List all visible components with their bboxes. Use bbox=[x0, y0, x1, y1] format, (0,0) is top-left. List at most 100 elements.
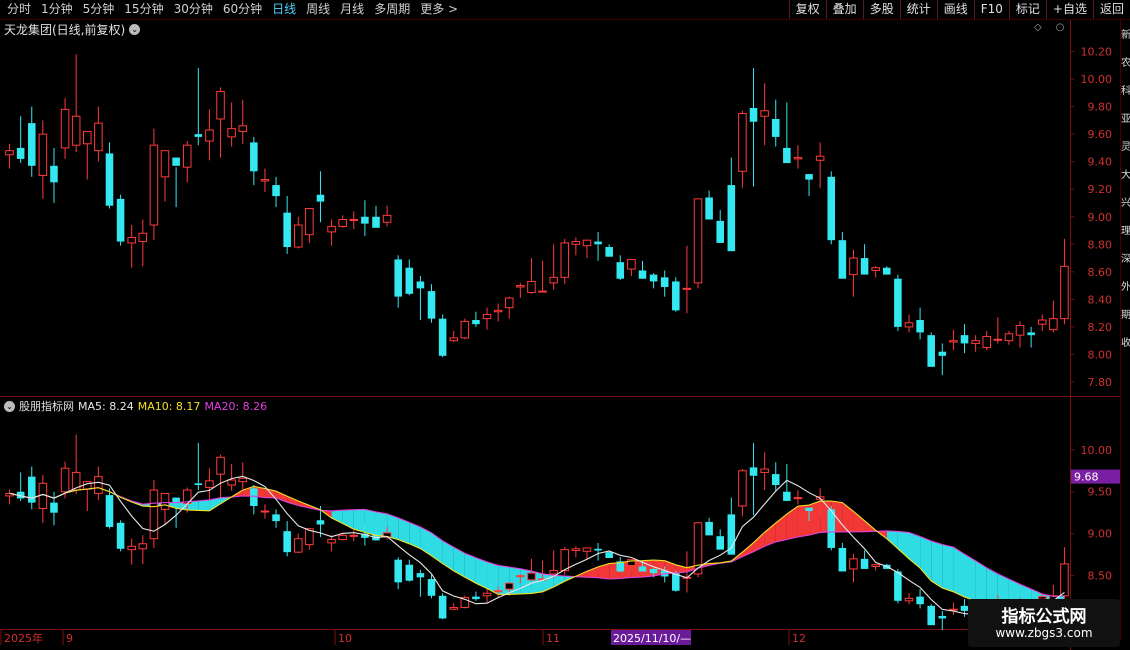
indicator-tick-label: 9.00 bbox=[1088, 528, 1113, 541]
candle-body bbox=[16, 147, 25, 159]
ma-band-fill bbox=[809, 501, 821, 536]
side-label: 期 bbox=[1121, 310, 1130, 321]
candle-body bbox=[827, 176, 836, 241]
candle-body bbox=[472, 320, 480, 325]
indicator-tick-label: 8.50 bbox=[1088, 570, 1113, 583]
candle-body bbox=[938, 615, 947, 619]
candle-body bbox=[605, 247, 613, 257]
candle-body bbox=[472, 596, 480, 600]
candle-body bbox=[460, 320, 470, 339]
candle-body bbox=[83, 481, 92, 490]
price-chart[interactable]: 10.20 10.00 9.80 9.60 9.40 9.20 9.00 8.80 8.60 8.… bbox=[0, 0, 1130, 650]
candle-body bbox=[638, 270, 647, 279]
candle-body bbox=[38, 133, 48, 176]
indicator-tick-label: 10.00 bbox=[1081, 444, 1113, 457]
candle-body bbox=[660, 277, 669, 287]
side-label: 大 bbox=[1121, 170, 1130, 181]
candle-body bbox=[716, 536, 724, 550]
ma-band-fill bbox=[931, 541, 943, 588]
candle-body bbox=[160, 150, 170, 178]
candle-body bbox=[216, 90, 225, 120]
candle-body bbox=[894, 571, 902, 601]
candle-body bbox=[516, 575, 525, 578]
candle-body bbox=[594, 241, 602, 245]
ma-band-fill bbox=[353, 509, 365, 533]
side-label: 收 bbox=[1121, 338, 1130, 349]
candle-body bbox=[194, 134, 203, 137]
ma-band-fill bbox=[897, 531, 909, 559]
candle-body bbox=[871, 564, 880, 567]
candle-body bbox=[405, 564, 414, 581]
candle-body bbox=[27, 123, 36, 166]
candle-body bbox=[349, 219, 359, 222]
ma-band-fill bbox=[498, 565, 510, 595]
date-label: 9 bbox=[66, 632, 73, 645]
candle-body bbox=[705, 197, 713, 220]
candle-body bbox=[260, 179, 270, 182]
candle-body bbox=[793, 497, 803, 500]
candle-body bbox=[60, 108, 70, 149]
candle-body bbox=[272, 514, 280, 522]
date-label: 2025年 bbox=[4, 631, 43, 645]
candle-body bbox=[1060, 265, 1069, 320]
candle-body bbox=[405, 267, 414, 294]
candle-body bbox=[705, 521, 713, 536]
candle-body bbox=[293, 538, 303, 553]
candle-body bbox=[949, 340, 958, 343]
candle-body bbox=[50, 165, 58, 183]
candle-body bbox=[1060, 563, 1069, 597]
candle-body bbox=[716, 220, 724, 243]
candle-body bbox=[849, 558, 858, 570]
candle-body bbox=[205, 129, 214, 142]
side-label: 深 bbox=[1121, 254, 1130, 265]
ma-band-fill bbox=[442, 540, 454, 571]
candle-body bbox=[1004, 333, 1014, 342]
candle-body bbox=[60, 467, 70, 493]
candle-body bbox=[250, 142, 258, 172]
candle-body bbox=[283, 212, 291, 248]
candle-body bbox=[449, 337, 458, 342]
candle-body bbox=[783, 147, 791, 164]
candle-body bbox=[272, 185, 280, 197]
candle-body bbox=[149, 144, 159, 226]
candle-body bbox=[838, 547, 847, 572]
candle-body bbox=[904, 322, 914, 328]
candle-body bbox=[338, 534, 347, 541]
candle-body bbox=[427, 291, 436, 319]
date-label: 12 bbox=[792, 632, 806, 645]
candle-body bbox=[627, 258, 636, 270]
ma20-value: MA20: 8.26 bbox=[204, 399, 268, 413]
date-label: 11 bbox=[546, 632, 560, 645]
candle-body bbox=[616, 262, 625, 279]
candle-body bbox=[71, 115, 81, 146]
candle-body bbox=[571, 241, 581, 245]
candle-body bbox=[793, 157, 803, 160]
candle-body bbox=[916, 320, 924, 333]
candle-body bbox=[361, 216, 369, 224]
candle-body bbox=[538, 290, 547, 293]
candle-body bbox=[382, 214, 392, 223]
candle-body bbox=[883, 267, 891, 275]
candle-body bbox=[416, 573, 425, 578]
candle-body bbox=[138, 232, 148, 243]
candle-body bbox=[105, 153, 114, 206]
candle-body bbox=[916, 596, 924, 605]
candle-body bbox=[894, 278, 902, 327]
candle-body bbox=[493, 309, 503, 313]
watermark-logo: 指标公式网 www.zbgs3.com bbox=[968, 599, 1120, 647]
candle-body bbox=[738, 470, 747, 507]
candle-body bbox=[560, 242, 570, 278]
candle-body bbox=[238, 125, 248, 132]
candle-body bbox=[738, 112, 747, 172]
price-tick-label: 9.20 bbox=[1088, 183, 1113, 196]
price-tick-label: 8.40 bbox=[1088, 293, 1113, 306]
candle-body bbox=[182, 144, 192, 168]
candle-body bbox=[238, 477, 248, 483]
chevron-down-icon[interactable]: ⌄ bbox=[4, 400, 15, 412]
candle-body bbox=[783, 491, 791, 501]
candle-body bbox=[982, 336, 991, 349]
candle-body bbox=[316, 194, 325, 202]
candle-body bbox=[260, 510, 270, 513]
side-label: 科 bbox=[1121, 86, 1130, 97]
price-tick-label: 9.80 bbox=[1088, 101, 1113, 114]
